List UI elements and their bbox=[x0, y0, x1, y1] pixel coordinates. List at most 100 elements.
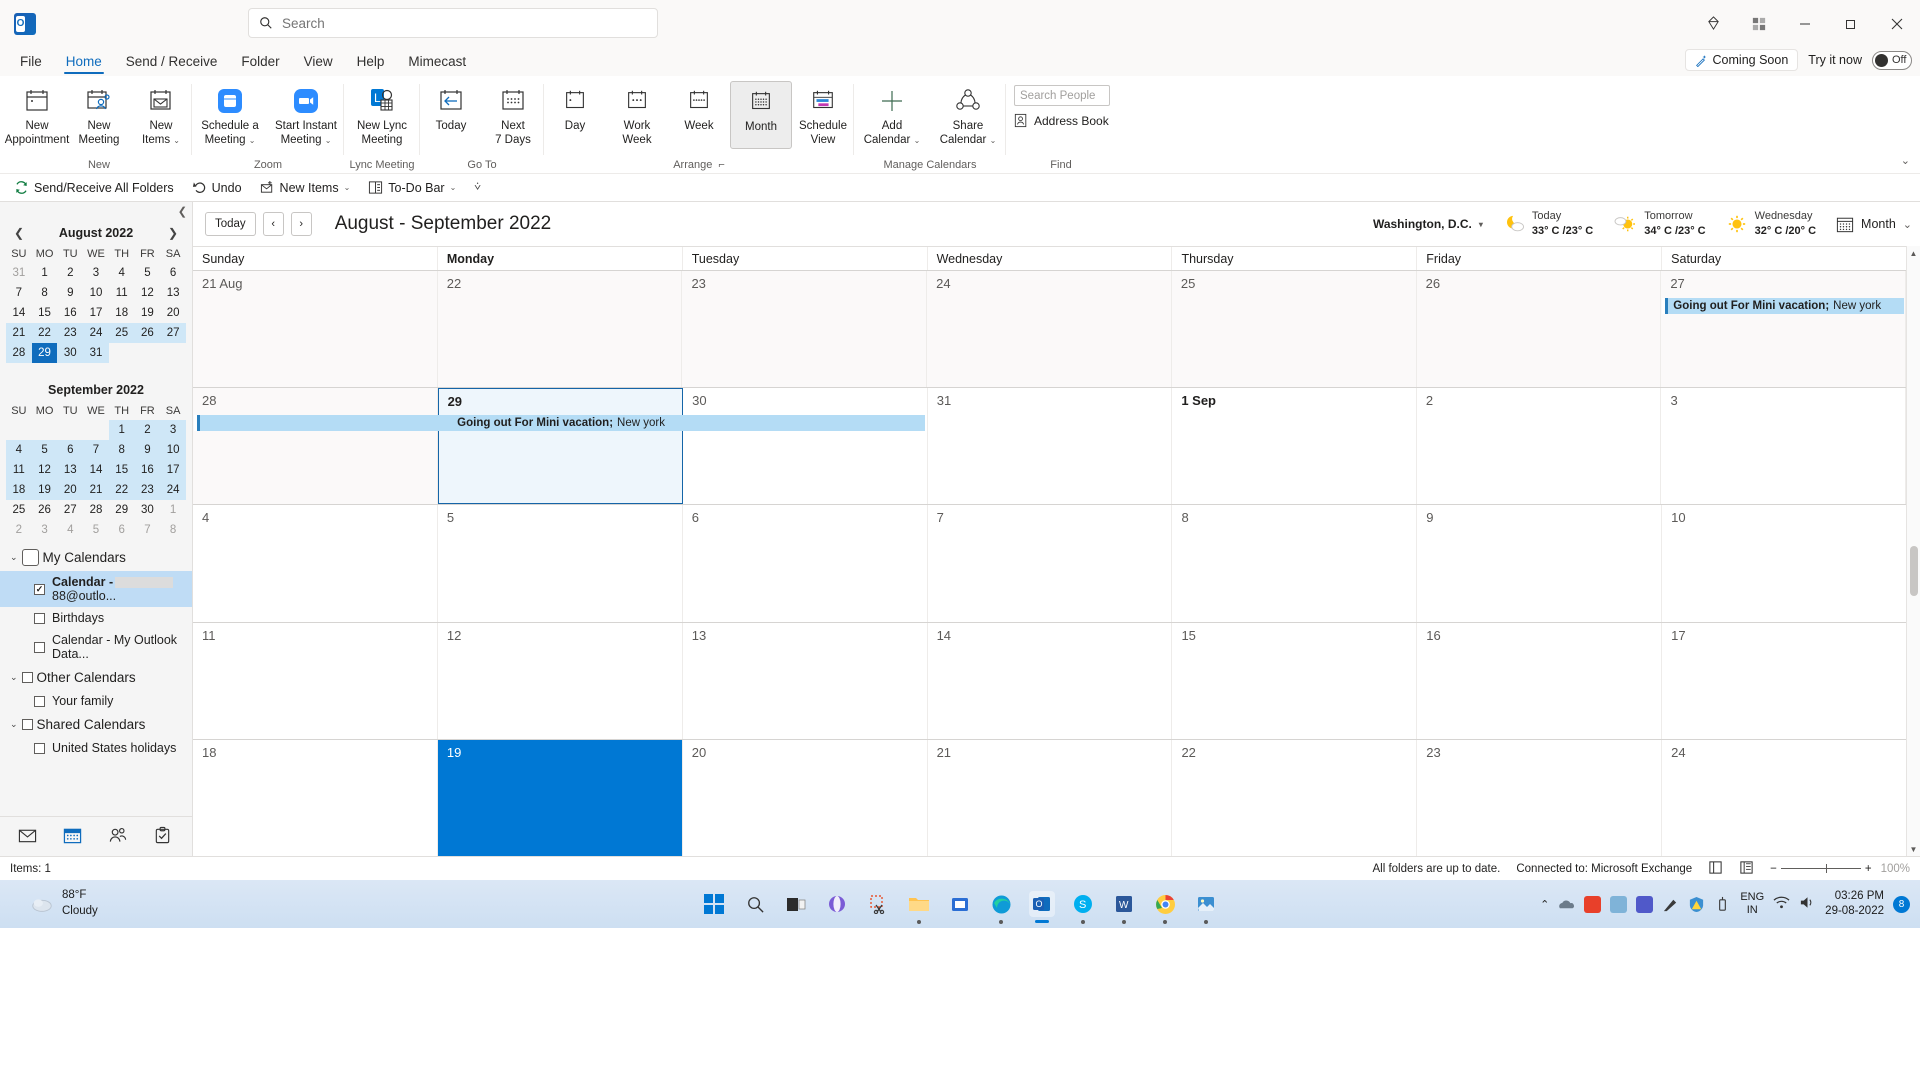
share-calendar-button[interactable]: Share Calendar ⌄ bbox=[930, 81, 1006, 149]
mini-cal-day[interactable]: 3 bbox=[160, 420, 186, 440]
wifi-icon[interactable] bbox=[1773, 895, 1790, 913]
calendar-day-cell[interactable]: 19 bbox=[437, 739, 683, 857]
zoom-track[interactable] bbox=[1780, 864, 1861, 873]
calendar-day-cell[interactable]: 26 bbox=[1416, 271, 1662, 388]
start-instant-meeting-button[interactable]: Start Instant Meeting ⌄ bbox=[268, 81, 344, 149]
dialog-launcher-icon[interactable]: ⌐ bbox=[718, 159, 724, 171]
mini-cal-day[interactable]: 4 bbox=[109, 263, 135, 283]
calendar-day-cell[interactable]: 30 bbox=[683, 388, 928, 505]
calendar-day-cell[interactable]: 21 bbox=[927, 739, 1173, 857]
calendar-list-item[interactable]: ✓ Calendar -88@outlo... bbox=[0, 571, 192, 607]
quick-new-items-button[interactable]: New Items ⌄ bbox=[260, 180, 350, 195]
calendar-list-item[interactable]: Calendar - My Outlook Data... bbox=[0, 629, 192, 665]
customize-quick-access-button[interactable]: ⩒ bbox=[474, 181, 481, 194]
mini-cal-day[interactable]: 5 bbox=[31, 440, 58, 460]
mini-cal-day[interactable]: 1 bbox=[160, 500, 186, 520]
mini-cal-day[interactable]: 26 bbox=[134, 323, 161, 343]
tab-help[interactable]: Help bbox=[345, 47, 397, 76]
calendar-day-cell[interactable]: 23 bbox=[1417, 739, 1663, 857]
mini-cal-day[interactable]: 6 bbox=[109, 520, 135, 540]
mini-cal-day[interactable]: 29 bbox=[109, 500, 135, 520]
mini-cal-day[interactable]: 15 bbox=[32, 303, 58, 323]
tray-app-blue-icon[interactable] bbox=[1610, 895, 1628, 913]
mini-cal-prev-button[interactable]: ❮ bbox=[14, 226, 24, 240]
mini-cal-day[interactable]: 31 bbox=[83, 343, 109, 363]
calendar-day-cell[interactable]: 12 bbox=[437, 622, 683, 739]
calendar-day-cell[interactable]: 13 bbox=[682, 622, 928, 739]
apps-grid-icon[interactable] bbox=[1736, 4, 1782, 44]
calendar-day-cell[interactable]: 15 bbox=[1172, 622, 1418, 739]
widgets-icon[interactable] bbox=[824, 891, 850, 917]
mini-cal-day[interactable]: 1 bbox=[32, 263, 58, 283]
calendar-day-cell[interactable]: 20 bbox=[682, 739, 928, 857]
calendar-checkbox[interactable] bbox=[34, 742, 45, 754]
mini-cal-day[interactable]: 11 bbox=[6, 460, 32, 480]
mini-cal-day[interactable]: 2 bbox=[6, 520, 32, 540]
mini-cal-day[interactable]: 16 bbox=[57, 303, 83, 323]
store-icon[interactable] bbox=[947, 891, 973, 917]
mini-cal-day[interactable]: 7 bbox=[83, 440, 109, 460]
calendar-day-cell[interactable]: 14 bbox=[927, 622, 1173, 739]
new-items-button[interactable]: New Items ⌄ bbox=[130, 81, 192, 149]
start-icon[interactable] bbox=[701, 891, 727, 917]
calendar-list-item[interactable]: Your family bbox=[0, 690, 192, 712]
coming-soon-button[interactable]: Coming Soon bbox=[1684, 49, 1799, 71]
edge-icon[interactable] bbox=[988, 891, 1014, 924]
mini-cal-day[interactable]: 6 bbox=[57, 440, 84, 460]
calendar-day-cell[interactable]: 16 bbox=[1417, 622, 1663, 739]
add-calendar-button[interactable]: Add Calendar ⌄ bbox=[854, 81, 930, 149]
view-selector[interactable]: Month ⌄ bbox=[1836, 216, 1912, 233]
mini-cal-day[interactable]: 17 bbox=[160, 460, 186, 480]
tray-pen-icon[interactable] bbox=[1662, 896, 1679, 913]
mini-cal-day[interactable]: 10 bbox=[160, 440, 186, 460]
mini-cal-day[interactable]: 28 bbox=[83, 500, 109, 520]
address-book-button[interactable]: Address Book bbox=[1014, 113, 1109, 128]
mini-cal-day[interactable]: 18 bbox=[6, 480, 32, 500]
zoom-in-button[interactable]: + bbox=[1865, 863, 1872, 875]
scrollbar-thumb[interactable] bbox=[1910, 546, 1918, 596]
onedrive-icon[interactable] bbox=[1558, 896, 1575, 913]
mini-cal-day[interactable]: 10 bbox=[83, 283, 109, 303]
group-checkbox[interactable] bbox=[21, 672, 33, 683]
mini-cal-day[interactable]: 25 bbox=[108, 323, 135, 343]
mini-cal-day[interactable]: 14 bbox=[83, 460, 109, 480]
close-button[interactable] bbox=[1874, 4, 1920, 44]
new-meeting-button[interactable]: New Meeting bbox=[68, 81, 130, 149]
send-receive-all-folders-button[interactable]: Send/Receive All Folders bbox=[14, 180, 174, 195]
collapse-ribbon-button[interactable]: ⌄ bbox=[1901, 154, 1910, 167]
mini-cal-day[interactable]: 30 bbox=[135, 500, 161, 520]
calendar-day-cell[interactable]: 22 bbox=[1172, 739, 1418, 857]
mini-cal-day[interactable]: 2 bbox=[57, 263, 83, 283]
calendar-day-cell[interactable]: 24 bbox=[1662, 739, 1907, 857]
mini-cal-day[interactable]: 14 bbox=[6, 303, 32, 323]
collapse-sidebar-button[interactable]: ❮ bbox=[178, 205, 187, 218]
weather-location-selector[interactable]: Washington, D.C. ▾ bbox=[1373, 217, 1483, 231]
calendar-checkbox[interactable]: ✓ bbox=[34, 583, 45, 595]
calendar-list-item[interactable]: Birthdays bbox=[0, 607, 192, 629]
minimize-button[interactable] bbox=[1782, 4, 1828, 44]
mini-cal-day[interactable]: 13 bbox=[160, 283, 186, 303]
schedule-view-button[interactable]: Schedule View bbox=[792, 81, 854, 149]
new-appointment-button[interactable]: New Appointment bbox=[5, 81, 69, 149]
mini-cal-day[interactable]: 12 bbox=[31, 460, 58, 480]
outlook-icon[interactable]: O bbox=[1029, 891, 1055, 923]
calendar-day-cell[interactable]: 10 bbox=[1662, 505, 1907, 622]
calendar-event[interactable]: Going out For Mini vacation; New york bbox=[194, 415, 926, 432]
mini-cal-day[interactable]: 16 bbox=[134, 460, 161, 480]
calendar-day-cell[interactable]: 7 bbox=[927, 505, 1173, 622]
search-icon[interactable] bbox=[742, 891, 768, 917]
mini-cal-day[interactable]: 6 bbox=[160, 263, 186, 283]
chrome-icon[interactable] bbox=[1152, 891, 1178, 924]
mini-cal-day[interactable]: 1 bbox=[108, 420, 135, 440]
mini-cal-day[interactable]: 9 bbox=[134, 440, 161, 460]
new-lync-meeting-button[interactable]: L New Lync Meeting bbox=[344, 81, 420, 149]
calendar-day-cell[interactable]: 31 bbox=[927, 388, 1173, 505]
skype-icon[interactable]: S bbox=[1070, 891, 1096, 924]
teams-icon[interactable] bbox=[1636, 895, 1654, 913]
mini-cal-day[interactable]: 20 bbox=[57, 480, 84, 500]
tray-expand-icon[interactable]: ⌃ bbox=[1540, 898, 1549, 911]
calendar-day-cell[interactable]: 9 bbox=[1417, 505, 1663, 622]
mini-cal-day[interactable]: 24 bbox=[160, 480, 186, 500]
mini-cal-day[interactable]: 24 bbox=[83, 323, 109, 343]
today-nav-button[interactable]: Today bbox=[205, 212, 256, 236]
